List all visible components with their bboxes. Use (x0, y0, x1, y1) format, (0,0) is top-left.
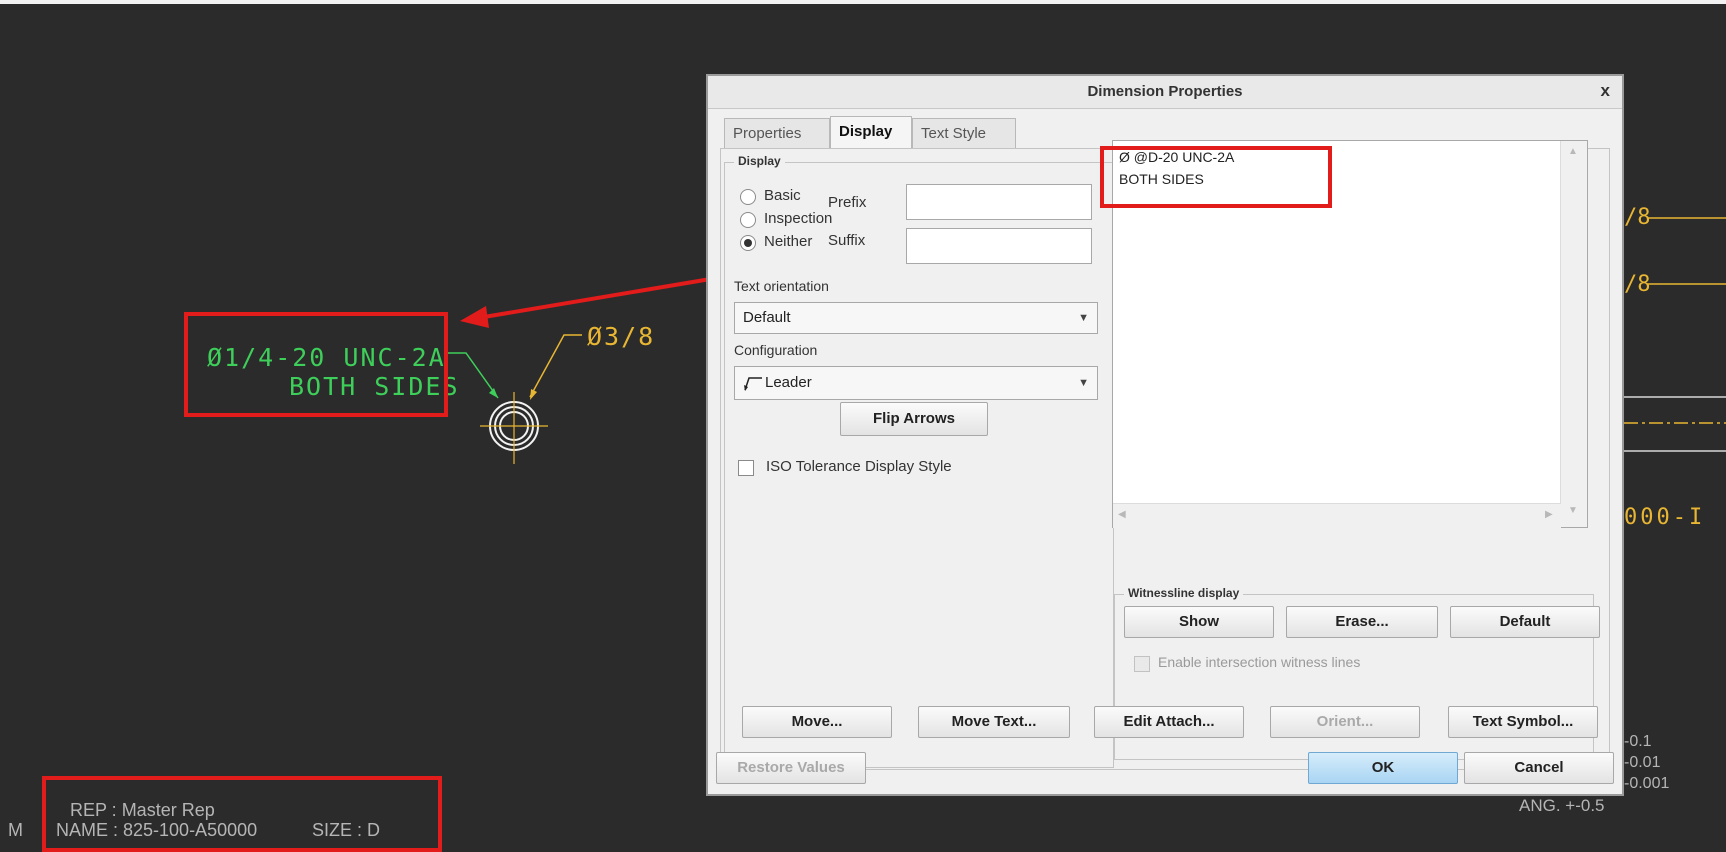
radio-basic[interactable] (740, 189, 756, 205)
cancel-button[interactable]: Cancel (1464, 752, 1614, 784)
title-block-highlight-box (42, 776, 442, 852)
enable-intersection-checkbox[interactable] (1134, 656, 1150, 672)
suffix-input[interactable] (906, 228, 1092, 264)
red-arrowhead (460, 306, 489, 328)
green-arrowhead (489, 388, 498, 398)
iso-tolerance-checkbox[interactable] (738, 460, 754, 476)
show-button[interactable]: Show (1124, 606, 1274, 638)
dimension-properties-dialog[interactable]: Dimension Properties x Properties Displa… (706, 74, 1624, 796)
tab-display[interactable]: Display (830, 116, 912, 149)
radio-neither-label: Neither (764, 233, 813, 250)
chevron-down-icon: ▼ (1078, 377, 1089, 389)
radio-basic-label: Basic (764, 187, 801, 204)
callout-highlight-box (184, 312, 448, 417)
prefix-input[interactable] (906, 184, 1092, 220)
move-button[interactable]: Move... (742, 706, 892, 738)
erase-button[interactable]: Erase... (1286, 606, 1438, 638)
scroll-right-icon[interactable]: ▶ (1545, 509, 1553, 520)
chevron-down-icon: ▼ (1078, 312, 1089, 324)
vertical-scrollbar[interactable]: ▲ ▼ (1560, 141, 1587, 527)
green-leader (448, 352, 499, 399)
radio-neither[interactable] (740, 235, 756, 251)
dialog-titlebar[interactable]: Dimension Properties x (708, 76, 1622, 109)
iso-tolerance-label: ISO Tolerance Display Style (766, 458, 952, 475)
text-orientation-value: Default (743, 309, 791, 326)
text-symbol-button[interactable]: Text Symbol... (1448, 706, 1598, 738)
leader-icon (744, 377, 762, 392)
scroll-down-icon[interactable]: ▼ (1568, 505, 1578, 516)
move-text-button[interactable]: Move Text... (918, 706, 1070, 738)
hole-symbol (480, 392, 548, 464)
yellow-arrowhead (530, 389, 537, 400)
scroll-up-icon[interactable]: ▲ (1568, 146, 1578, 157)
scroll-left-icon[interactable]: ◀ (1118, 509, 1126, 520)
radio-inspection[interactable] (740, 212, 756, 228)
horizontal-scrollbar[interactable]: ◀ ▶ (1113, 503, 1561, 528)
witnessline-group-label: Witnessline display (1124, 586, 1244, 600)
prefix-label: Prefix (828, 194, 867, 211)
yellow-leader (529, 334, 582, 398)
display-group-label: Display (734, 154, 785, 168)
ok-button[interactable]: OK (1308, 752, 1458, 784)
suffix-label: Suffix (828, 232, 866, 249)
radio-inspection-label: Inspection (764, 210, 833, 227)
tab-properties[interactable]: Properties (724, 118, 830, 148)
restore-values-button[interactable]: Restore Values (716, 752, 866, 784)
text-orientation-select[interactable]: Default ▼ (734, 302, 1098, 334)
edit-attach-button[interactable]: Edit Attach... (1094, 706, 1244, 738)
configuration-value: Leader (765, 374, 812, 391)
close-icon[interactable]: x (1601, 81, 1610, 101)
orient-button[interactable]: Orient... (1270, 706, 1420, 738)
configuration-select[interactable]: Leader ▼ (734, 366, 1098, 400)
tab-text-style[interactable]: Text Style (912, 118, 1016, 148)
enable-intersection-label: Enable intersection witness lines (1158, 654, 1361, 670)
default-button[interactable]: Default (1450, 606, 1600, 638)
flip-arrows-button[interactable]: Flip Arrows (840, 402, 988, 436)
dialog-title: Dimension Properties (1087, 83, 1243, 100)
configuration-label: Configuration (734, 342, 818, 358)
text-orientation-label: Text orientation (734, 278, 829, 294)
text-highlight-box (1100, 146, 1332, 208)
